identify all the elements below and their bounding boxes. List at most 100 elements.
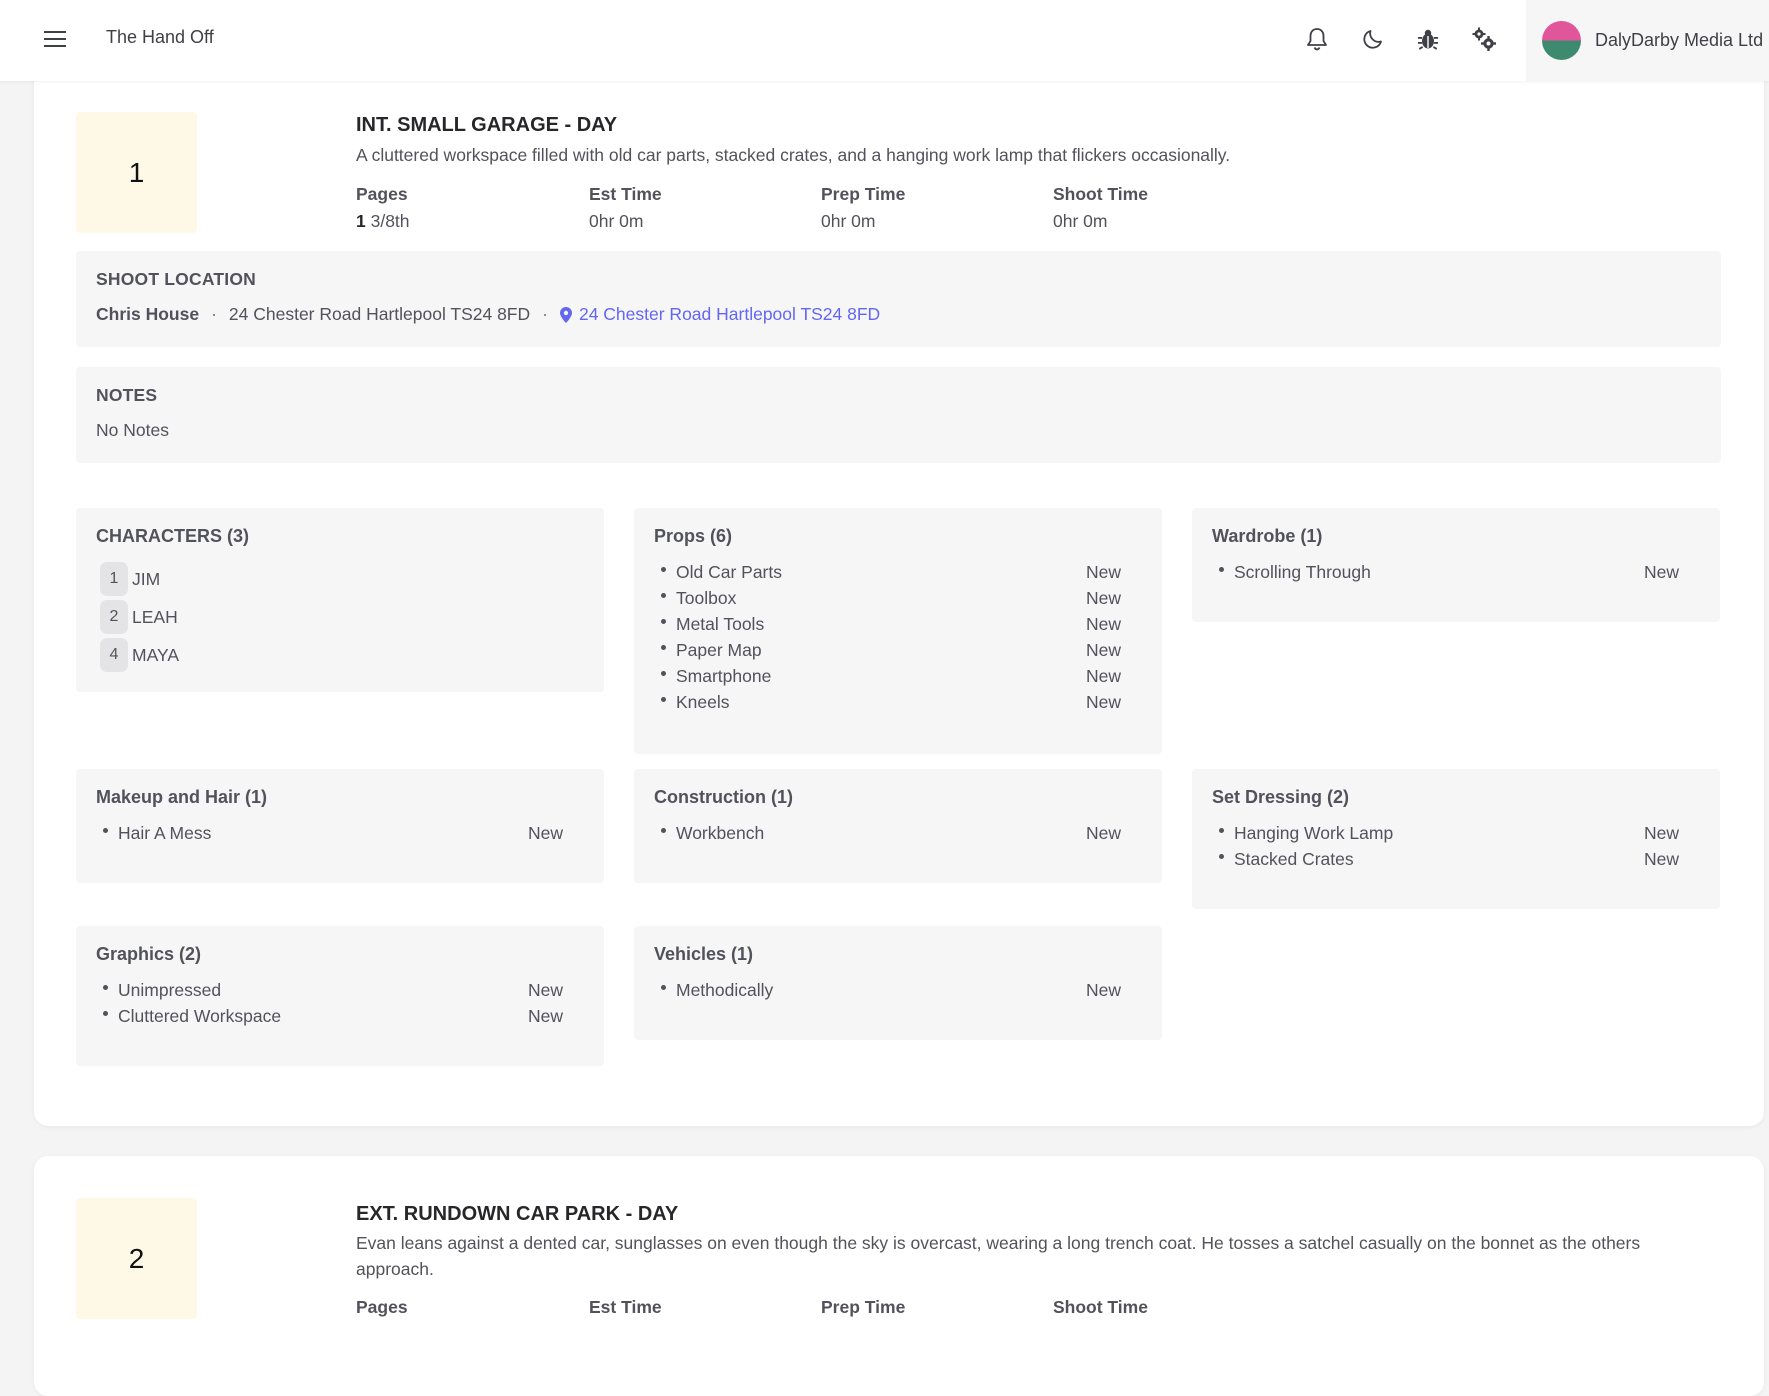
map-link[interactable]: 24 Chester Road Hartlepool TS24 8FD xyxy=(559,304,880,325)
avatar xyxy=(1542,21,1581,60)
est-time-label: Est Time xyxy=(589,184,662,204)
graphics-name: Cluttered Workspace xyxy=(118,1005,282,1026)
bullet xyxy=(1219,828,1224,833)
prop-name: Smartphone xyxy=(676,665,772,686)
pages-whole: 1 xyxy=(356,211,366,231)
dark-mode-toggle[interactable] xyxy=(1356,22,1390,56)
construction-title: Construction (1) xyxy=(654,787,793,807)
bullet xyxy=(103,985,108,990)
prop-status: New xyxy=(1085,613,1121,634)
construction-status: New xyxy=(1085,822,1121,843)
bullet xyxy=(661,567,666,572)
pages-value: 1 3/8th xyxy=(356,211,576,232)
wardrobe-item[interactable]: Scrolling Through New xyxy=(1219,559,1679,585)
prop-status: New xyxy=(1085,561,1121,582)
vehicles-list: Methodically New xyxy=(661,977,1121,1003)
moon-icon xyxy=(1363,30,1382,49)
prop-item[interactable]: Metal Tools New xyxy=(661,611,1121,637)
prop-item[interactable]: Smartphone New xyxy=(661,663,1121,689)
bullet xyxy=(661,593,666,598)
separator-dot: · xyxy=(542,304,548,324)
est-time-value: 0hr 0m xyxy=(589,211,644,231)
vehicle-name: Methodically xyxy=(676,979,774,1000)
gears-icon xyxy=(1472,27,1496,51)
prop-name: Kneels xyxy=(676,691,730,712)
prep-time-label: Prep Time xyxy=(821,184,906,204)
character-item[interactable]: 4 MAYA xyxy=(100,636,179,674)
makeup-hair-title: Makeup and Hair (1) xyxy=(96,787,268,807)
scene-heading: INT. SMALL GARAGE - DAY xyxy=(356,114,618,136)
report-bug-button[interactable] xyxy=(1411,22,1445,56)
menu-button[interactable] xyxy=(40,24,70,54)
set-dressing-list: Hanging Work Lamp New Stacked Crates New xyxy=(1219,820,1679,872)
notes-title: NOTES xyxy=(96,385,158,405)
prop-status: New xyxy=(1085,691,1121,712)
makeup-status: New xyxy=(527,822,563,843)
vehicle-status: New xyxy=(1085,979,1121,1000)
character-item[interactable]: 2 LEAH xyxy=(100,598,179,636)
props-box: Props (6) Old Car Parts New Toolbox New Me… xyxy=(634,508,1162,754)
wardrobe-title: Wardrobe (1) xyxy=(1212,526,1323,546)
bug-icon xyxy=(1418,29,1438,50)
bullet xyxy=(103,1011,108,1016)
prop-item[interactable]: Paper Map New xyxy=(661,637,1121,663)
menu-icon xyxy=(44,31,66,47)
graphics-item[interactable]: Cluttered Workspace New xyxy=(103,1003,563,1029)
set-dressing-title: Set Dressing (2) xyxy=(1212,787,1350,807)
graphics-item[interactable]: Unimpressed New xyxy=(103,977,563,1003)
account-menu[interactable]: DalyDarby Media Ltd xyxy=(1526,0,1769,81)
props-list: Old Car Parts New Toolbox New Metal Tools N… xyxy=(661,559,1121,715)
shoot-time-label: Shoot Time xyxy=(1053,1297,1148,1317)
character-item[interactable]: 1 JIM xyxy=(100,560,179,598)
settings-button[interactable] xyxy=(1467,22,1501,56)
prep-time-value: 0hr 0m xyxy=(821,211,876,231)
character-name: MAYA xyxy=(132,644,179,665)
prop-name: Old Car Parts xyxy=(676,561,782,582)
separator-dot: · xyxy=(211,304,217,324)
bullet xyxy=(661,671,666,676)
scene-description: A cluttered workspace filled with old ca… xyxy=(356,145,1231,165)
character-name: LEAH xyxy=(132,606,178,627)
props-title: Props (6) xyxy=(654,526,733,546)
construction-box: Construction (1) Workbench New xyxy=(634,769,1162,883)
prop-item[interactable]: Old Car Parts New xyxy=(661,559,1121,585)
graphics-status: New xyxy=(527,979,563,1000)
scene-number[interactable]: 1 xyxy=(76,112,197,233)
prop-item[interactable]: Kneels New xyxy=(661,689,1121,715)
shoot-location-row: Chris House · 24 Chester Road Hartlepool… xyxy=(96,304,880,325)
top-bar: The Hand Off DalyDarby Media Ltd xyxy=(0,0,1769,81)
notes-panel: NOTES No Notes xyxy=(76,367,1721,463)
wardrobe-list: Scrolling Through New xyxy=(1219,559,1679,585)
set-dressing-item[interactable]: Hanging Work Lamp New xyxy=(1219,820,1679,846)
graphics-status: New xyxy=(527,1005,563,1026)
prep-time-stat: Prep Time xyxy=(821,1297,1041,1318)
pages-fraction: 3/8th xyxy=(370,211,410,231)
set-dressing-box: Set Dressing (2) Hanging Work Lamp New St… xyxy=(1192,769,1720,909)
prop-name: Metal Tools xyxy=(676,613,765,634)
vehicle-item[interactable]: Methodically New xyxy=(661,977,1121,1003)
set-dressing-item[interactable]: Stacked Crates New xyxy=(1219,846,1679,872)
characters-box: CHARACTERS (3) 1 JIM 2 LEAH 4 MAYA xyxy=(76,508,604,692)
prop-name: Toolbox xyxy=(676,587,737,608)
construction-item[interactable]: Workbench New xyxy=(661,820,1121,846)
wardrobe-name: Scrolling Through xyxy=(1234,561,1371,582)
set-dressing-status: New xyxy=(1643,848,1679,869)
scene-heading: EXT. RUNDOWN CAR PARK - DAY xyxy=(356,1203,679,1225)
shoot-time-stat: Shoot Time 0hr 0m xyxy=(1053,184,1273,232)
makeup-hair-box: Makeup and Hair (1) Hair A Mess New xyxy=(76,769,604,883)
bullet xyxy=(1219,567,1224,572)
scene-description: Evan leans against a dented car, sunglas… xyxy=(356,1233,1641,1279)
makeup-item[interactable]: Hair A Mess New xyxy=(103,820,563,846)
prop-item[interactable]: Toolbox New xyxy=(661,585,1121,611)
scene-number[interactable]: 2 xyxy=(76,1198,197,1319)
bullet xyxy=(103,828,108,833)
vehicles-title: Vehicles (1) xyxy=(654,944,754,964)
makeup-name: Hair A Mess xyxy=(118,822,212,843)
shoot-location-panel: SHOOT LOCATION Chris House · 24 Chester … xyxy=(76,251,1721,347)
prop-name: Paper Map xyxy=(676,639,762,660)
pages-stat: Pages 1 3/8th xyxy=(356,184,576,232)
pages-label: Pages xyxy=(356,1297,408,1317)
prep-time-stat: Prep Time 0hr 0m xyxy=(821,184,1041,232)
est-time-label: Est Time xyxy=(589,1297,662,1317)
notifications-button[interactable] xyxy=(1300,22,1334,56)
